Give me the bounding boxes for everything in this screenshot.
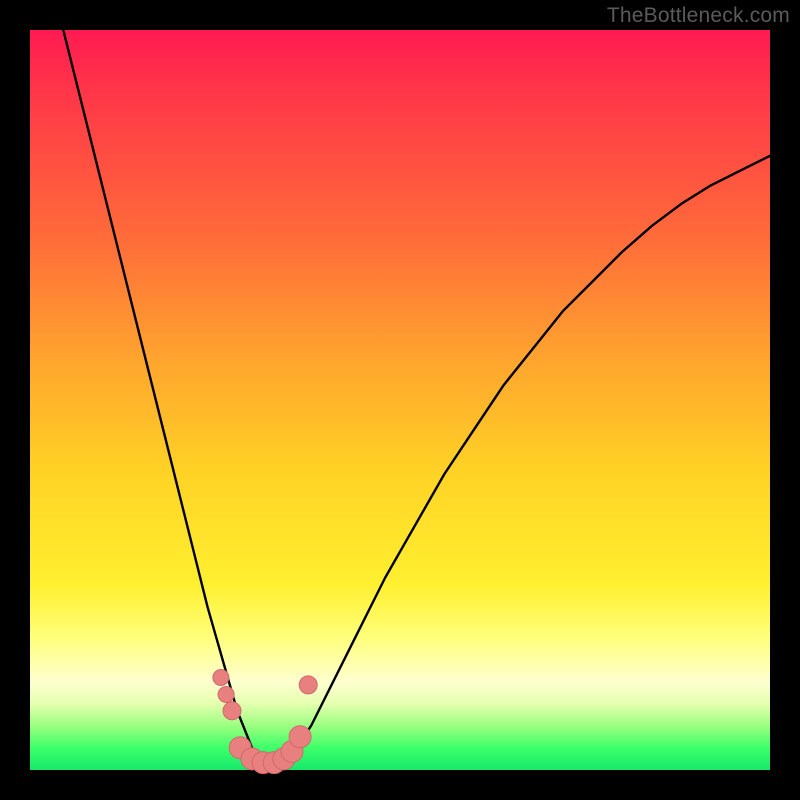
sample-point [223, 702, 241, 720]
sample-points [213, 670, 317, 774]
chart-overlay [30, 30, 770, 770]
sample-point [289, 726, 311, 748]
watermark-text: TheBottleneck.com [607, 4, 790, 28]
sample-point [299, 676, 317, 694]
sample-point [213, 670, 229, 686]
bottleneck-curve [30, 0, 770, 770]
chart-frame: TheBottleneck.com [0, 0, 800, 800]
sample-point [218, 687, 234, 703]
